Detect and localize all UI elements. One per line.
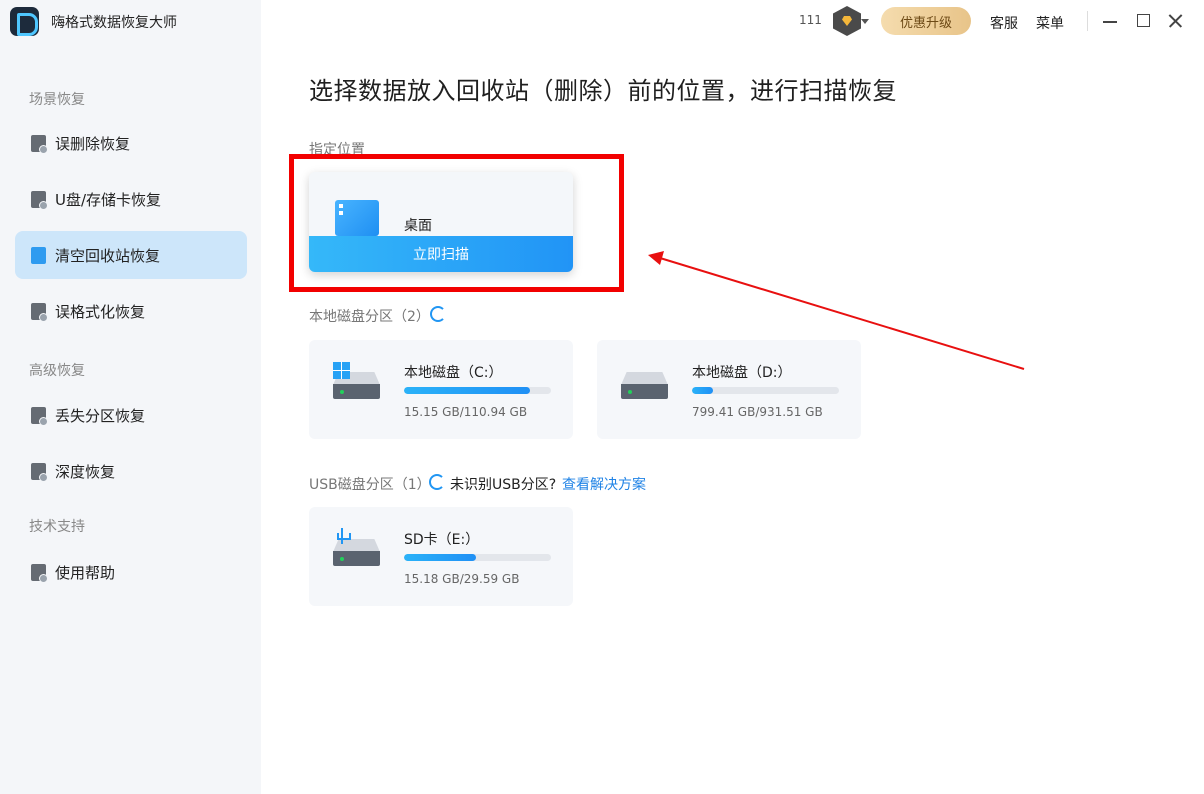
section-title-scene: 场景恢复 (29, 92, 85, 108)
chevron-down-icon[interactable] (861, 19, 869, 24)
app-window: 嗨格式数据恢复大师 场景恢复 误删除恢复 U盘/存储卡恢复 清空回收站恢复 误格… (0, 0, 1204, 794)
arrow-head (648, 251, 664, 265)
usb-symbol-icon (335, 526, 351, 546)
sidebar-item-label: 深度恢复 (55, 462, 116, 481)
sidebar-item-usb-recovery[interactable]: U盘/存储卡恢复 (15, 175, 247, 223)
usage-fill (692, 387, 713, 394)
refresh-icon[interactable] (429, 474, 445, 490)
divider (1087, 11, 1088, 31)
drive-usage-bar (692, 387, 839, 394)
sidebar-item-partition-recovery[interactable]: 丢失分区恢复 (15, 391, 247, 439)
format-brush-icon (31, 302, 48, 322)
upgrade-button[interactable]: 优惠升级 (881, 7, 971, 35)
app-logo-icon (10, 7, 39, 36)
sidebar-item-label: 丢失分区恢复 (55, 406, 146, 425)
local-partitions-label: 本地磁盘分区（2） (309, 309, 430, 325)
file-delete-icon (31, 134, 48, 154)
title-bar: 111 优惠升级 客服 菜单 (261, 0, 1204, 42)
view-solution-link[interactable]: 查看解决方案 (562, 474, 646, 494)
maximize-icon[interactable] (1134, 11, 1154, 31)
sidebar-item-help[interactable]: 使用帮助 (15, 548, 247, 596)
sidebar-item-label: U盘/存储卡恢复 (55, 190, 162, 209)
minimize-icon[interactable] (1101, 11, 1121, 31)
page-title: 选择数据放入回收站（删除）前的位置，进行扫描恢复 (309, 77, 897, 105)
hard-drive-icon (621, 372, 668, 399)
drive-name: 本地磁盘（D:） (692, 365, 792, 381)
menu-button[interactable]: 菜单 (1036, 13, 1064, 33)
drive-usage-bar (404, 554, 551, 561)
sidebar-item-format-recovery[interactable]: 误格式化恢复 (15, 287, 247, 335)
close-icon[interactable] (1166, 11, 1186, 31)
sidebar-item-label: 误格式化恢复 (55, 302, 146, 321)
drive-name: 本地磁盘（C:） (404, 365, 503, 381)
usb-unrecognized-text: 未识别USB分区? (450, 477, 557, 493)
deep-scan-icon (31, 462, 48, 482)
sidebar-item-label: 误删除恢复 (55, 134, 131, 153)
brand: 嗨格式数据恢复大师 (10, 7, 177, 36)
usage-fill (404, 387, 531, 394)
highlight-box (289, 154, 624, 292)
drive-size: 15.18 GB/29.59 GB (404, 572, 520, 586)
help-book-icon (31, 563, 48, 583)
app-name: 嗨格式数据恢复大师 (51, 14, 177, 31)
section-title-advanced: 高级恢复 (29, 363, 85, 379)
points-count: 111 (799, 13, 822, 27)
windows-logo-icon (333, 362, 350, 379)
sidebar-item-deleted-recovery[interactable]: 误删除恢复 (15, 119, 247, 167)
usb-partitions-label: USB磁盘分区（1） (309, 477, 431, 493)
sidebar-item-recycle-bin-recovery[interactable]: 清空回收站恢复 (15, 231, 247, 279)
vip-badge-icon[interactable] (833, 6, 863, 38)
usb-drive-icon (31, 190, 48, 210)
drive-size: 799.41 GB/931.51 GB (692, 405, 823, 419)
drive-usage-bar (404, 387, 551, 394)
sidebar: 嗨格式数据恢复大师 场景恢复 误删除恢复 U盘/存储卡恢复 清空回收站恢复 误格… (0, 0, 261, 794)
drive-name: SD卡（E:） (404, 532, 480, 548)
customer-service-button[interactable]: 客服 (990, 13, 1018, 33)
refresh-icon[interactable] (430, 306, 446, 322)
recycle-bin-icon (31, 246, 46, 264)
usage-fill (404, 554, 477, 561)
sidebar-item-deep-recovery[interactable]: 深度恢复 (15, 447, 247, 495)
section-title-support: 技术支持 (29, 519, 85, 535)
drive-card-d[interactable]: 本地磁盘（D:） 799.41 GB/931.51 GB (597, 340, 861, 439)
sidebar-item-label: 使用帮助 (55, 563, 116, 582)
drive-card-c[interactable]: 本地磁盘（C:） 15.15 GB/110.94 GB (309, 340, 573, 439)
drive-card-e[interactable]: SD卡（E:） 15.18 GB/29.59 GB (309, 507, 573, 606)
drive-size: 15.15 GB/110.94 GB (404, 405, 528, 419)
sidebar-item-label: 清空回收站恢复 (55, 246, 161, 265)
partition-icon (31, 406, 48, 426)
